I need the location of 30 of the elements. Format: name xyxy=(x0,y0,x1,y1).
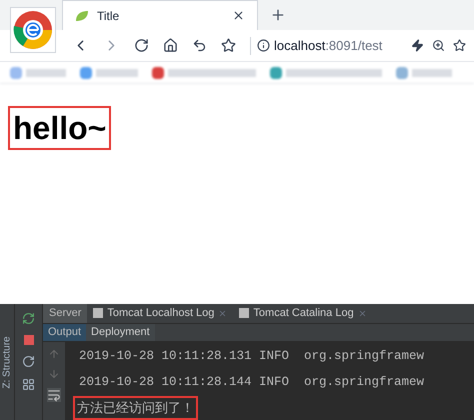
undo-icon[interactable] xyxy=(192,38,207,53)
browser-logo[interactable] xyxy=(10,7,56,53)
console-icon xyxy=(239,308,250,318)
reload-icon[interactable] xyxy=(22,355,35,368)
tool-tab[interactable]: Tomcat Catalina Log xyxy=(233,304,373,323)
structure-tool-tab[interactable]: Z: Structure xyxy=(0,336,14,388)
tool-tab[interactable]: Tomcat Localhost Log xyxy=(87,304,234,323)
console-icon xyxy=(93,308,104,318)
new-tab-icon[interactable] xyxy=(270,7,286,23)
rerun-icon[interactable] xyxy=(22,312,35,325)
home-icon[interactable] xyxy=(163,38,178,53)
lightning-icon[interactable] xyxy=(411,39,424,52)
info-icon xyxy=(257,39,270,52)
layout-icon[interactable] xyxy=(22,378,35,391)
star-icon[interactable] xyxy=(453,39,466,52)
console-line: 2019-10-28 10:11:28.131 INFO org.springframew xyxy=(78,348,426,365)
zoom-icon[interactable] xyxy=(432,39,445,52)
tool-tab[interactable]: Server xyxy=(43,304,88,323)
star-icon[interactable] xyxy=(221,38,236,53)
address-bar[interactable]: localhost:8091/test xyxy=(257,36,397,56)
leaf-icon xyxy=(75,10,89,22)
console-line: 2019-10-28 10:11:28.144 INFO org.springframew xyxy=(78,374,426,391)
stop-icon[interactable] xyxy=(24,335,34,345)
page-heading: hello~ xyxy=(8,106,112,150)
close-icon[interactable] xyxy=(232,9,245,22)
sub-tab[interactable]: Output xyxy=(43,324,86,341)
wrap-icon[interactable] xyxy=(47,388,61,402)
browser-tab[interactable]: Title xyxy=(62,0,258,30)
reload-icon[interactable] xyxy=(134,38,149,53)
sub-tab[interactable]: Deployment xyxy=(86,324,155,341)
